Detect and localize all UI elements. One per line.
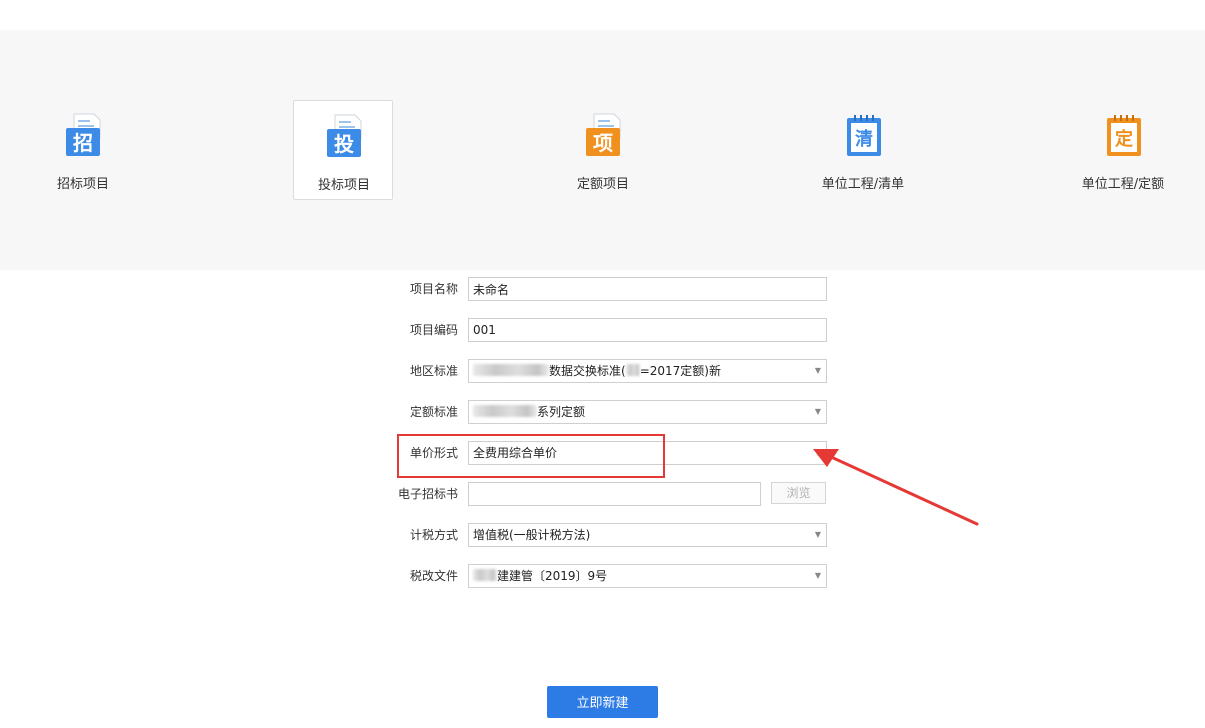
unit-price-form-label: 单价形式	[409, 446, 458, 460]
project-type-panel: 招 招标项目 投 投标项目 项 定额项目 清 单位工程/清单 定 单位工程/定额	[0, 30, 1205, 270]
tax-reform-doc-value: 建建管〔2019〕9号	[497, 569, 608, 583]
type-unit-list[interactable]: 清 单位工程/清单	[813, 100, 913, 200]
unit-list-icon-glyph: 清	[855, 129, 873, 150]
bid-icon-glyph: 投	[334, 132, 354, 156]
quota-standard-value: 系列定额	[537, 405, 586, 419]
chevron-down-icon: ▼	[814, 571, 821, 580]
redacted-text	[473, 405, 537, 417]
row-unit-price-form: 单价形式 全费用综合单价 ▼	[0, 441, 1205, 465]
browse-button[interactable]: 浏览	[771, 482, 826, 504]
create-now-button[interactable]: 立即新建	[547, 686, 658, 718]
unit-list-notebook-icon: 清	[847, 115, 881, 156]
quota-icon-glyph: 项	[593, 131, 613, 155]
tax-reform-doc-select[interactable]: 建建管〔2019〕9号 ▼	[468, 564, 827, 588]
type-bid[interactable]: 投 投标项目	[293, 100, 393, 200]
type-tender[interactable]: 招 招标项目	[33, 100, 133, 200]
chevron-down-icon: ▼	[814, 448, 821, 457]
tender-icon-glyph: 招	[73, 131, 93, 155]
row-tax-reform-doc: 税改文件 建建管〔2019〕9号 ▼	[0, 564, 1205, 588]
region-standard-value-a: 数据交换标准(	[549, 364, 626, 378]
chevron-down-icon: ▼	[814, 530, 821, 539]
chevron-down-icon: ▼	[814, 366, 821, 375]
redacted-text	[625, 364, 640, 376]
project-name-label: 项目名称	[409, 282, 458, 296]
chevron-down-icon: ▼	[814, 407, 821, 416]
type-label-unit-quota: 单位工程/定额	[1081, 177, 1165, 192]
region-standard-value-b: =2017定额)新	[639, 364, 721, 378]
row-project-code: 项目编码	[0, 318, 1205, 342]
row-e-tender-doc: 电子招标书 浏览	[0, 482, 1205, 506]
type-label-unit-list: 单位工程/清单	[821, 177, 905, 192]
type-unit-quota[interactable]: 定 单位工程/定额	[1073, 100, 1173, 200]
redacted-text	[473, 569, 497, 581]
row-quota-standard: 定额标准 系列定额 ▼	[0, 400, 1205, 424]
unit-price-form-value: 全费用综合单价	[473, 446, 558, 460]
type-label-bid: 投标项目	[317, 178, 370, 193]
unit-quota-icon-glyph: 定	[1115, 128, 1133, 150]
bid-doc-icon: 投	[327, 114, 362, 157]
quota-standard-select[interactable]: 系列定额 ▼	[468, 400, 827, 424]
region-standard-select[interactable]: 数据交换标准( =2017定额)新 ▼	[468, 359, 827, 383]
tax-reform-doc-label: 税改文件	[409, 569, 458, 583]
unit-quota-notebook-icon: 定	[1107, 115, 1141, 156]
type-quota[interactable]: 项 定额项目	[553, 100, 653, 200]
quota-standard-label: 定额标准	[409, 405, 458, 419]
region-standard-label: 地区标准	[409, 364, 458, 378]
tax-method-label: 计税方式	[409, 528, 458, 542]
quota-doc-icon: 项	[586, 113, 621, 156]
project-name-input[interactable]	[468, 277, 827, 301]
tender-doc-icon: 招	[66, 113, 101, 156]
project-code-input[interactable]	[468, 318, 827, 342]
type-label-quota: 定额项目	[576, 177, 629, 192]
unit-price-form-select[interactable]: 全费用综合单价 ▼	[468, 441, 827, 465]
project-code-label: 项目编码	[409, 323, 458, 337]
type-label-tender: 招标项目	[56, 177, 109, 192]
redacted-text	[473, 364, 549, 376]
tax-method-select[interactable]: 增值税(一般计税方法) ▼	[468, 523, 827, 547]
row-tax-method: 计税方式 增值税(一般计税方法) ▼	[0, 523, 1205, 547]
row-project-name: 项目名称	[0, 277, 1205, 301]
e-tender-doc-input[interactable]	[468, 482, 761, 506]
tax-method-value: 增值税(一般计税方法)	[473, 528, 591, 542]
row-region-standard: 地区标准 数据交换标准( =2017定额)新 ▼	[0, 359, 1205, 383]
e-tender-doc-label: 电子招标书	[397, 487, 458, 501]
